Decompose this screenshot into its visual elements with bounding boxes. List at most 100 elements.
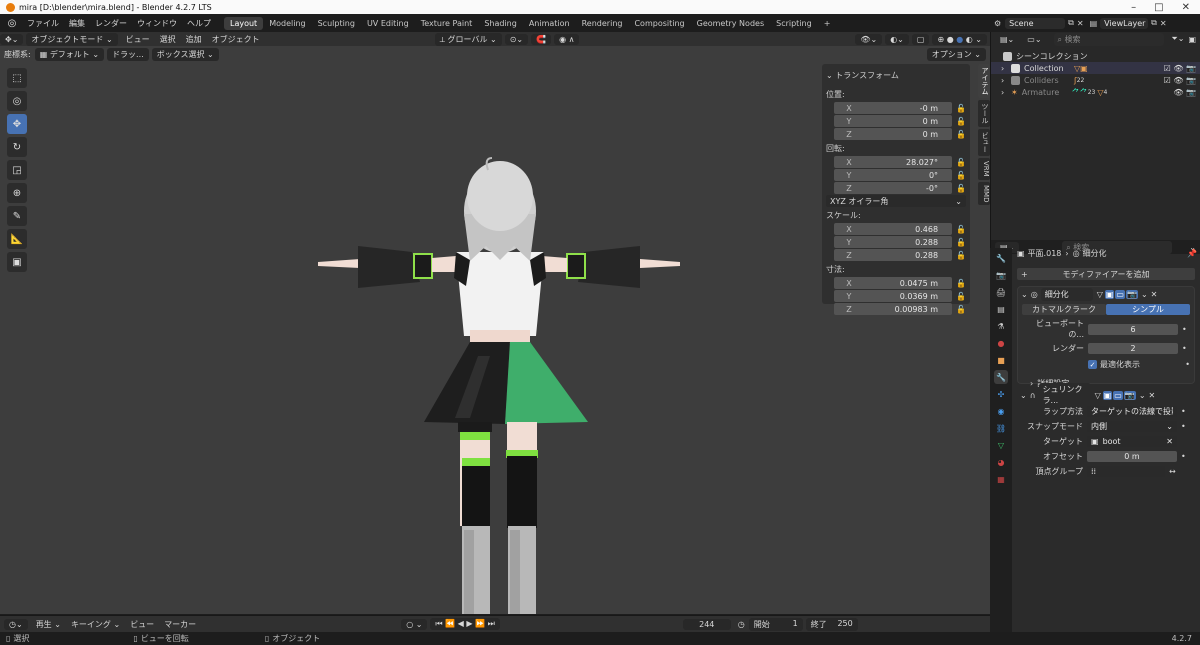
filter-icon[interactable]: ⏷⌄: [1171, 34, 1184, 44]
scale-tool-icon[interactable]: ◲: [7, 160, 27, 180]
scale-x-field[interactable]: X 0.468 🔓: [834, 223, 966, 235]
tab-layout[interactable]: Layout: [224, 16, 264, 30]
transform-section-header[interactable]: ⌄ トランスフォーム: [822, 68, 970, 83]
start-frame-field[interactable]: 開始 1: [748, 617, 803, 631]
timeline-view-menu[interactable]: ビュー: [125, 619, 159, 630]
target-field[interactable]: ▣ boot ✕: [1087, 436, 1177, 447]
visibility-icons[interactable]: ☑ 👁 📷: [1164, 64, 1196, 73]
render-levels-field[interactable]: 2: [1088, 343, 1178, 354]
output-tab-icon[interactable]: 🖨: [994, 285, 1008, 299]
keyframe-dot-icon[interactable]: •: [1182, 344, 1187, 353]
timeline-editor-type[interactable]: ◷⌄: [4, 618, 28, 630]
physics-tab-icon[interactable]: ◉: [994, 404, 1008, 418]
location-z-field[interactable]: Z 0 m 🔓: [834, 128, 966, 140]
playback-controls[interactable]: ⏮ ⏪ ◀ ▶ ⏩ ⏭: [430, 618, 500, 630]
marker-menu[interactable]: マーカー: [159, 619, 201, 630]
tab-scripting[interactable]: Scripting: [770, 17, 818, 30]
visibility-icons[interactable]: ☑ 👁 📷: [1164, 76, 1196, 85]
location-x-field[interactable]: X -0 m 🔓: [834, 102, 966, 114]
dimensions-z-field[interactable]: Z 0.00983 m 🔓: [834, 303, 966, 315]
scene-collection-row[interactable]: シーンコレクション: [991, 50, 1200, 62]
menu-window[interactable]: ウィンドウ: [132, 18, 182, 29]
lock-icon[interactable]: 🔓: [956, 251, 966, 260]
viewport-toggle-icon[interactable]: ▭: [1113, 390, 1123, 400]
render-tab-icon[interactable]: 📷: [994, 268, 1008, 282]
chevron-down-icon[interactable]: ⌄: [1141, 290, 1148, 299]
shrinkwrap-name-field[interactable]: シュリンクラ...: [1038, 383, 1091, 407]
keyframe-dot-icon[interactable]: •: [1181, 452, 1186, 461]
chevron-down-icon[interactable]: ⌄: [1139, 391, 1146, 400]
scene-tab-icon[interactable]: ⚗: [994, 319, 1008, 333]
add-cube-tool-icon[interactable]: ▣: [7, 252, 27, 272]
cage-toggle-icon[interactable]: ▣: [1104, 289, 1115, 299]
blender-menu-icon[interactable]: ◎: [4, 15, 20, 31]
tab-animation[interactable]: Animation: [523, 17, 576, 30]
keyframe-dot-icon[interactable]: •: [1181, 422, 1186, 431]
constraints-tab-icon[interactable]: ⛓: [994, 421, 1008, 435]
overlay-toggle[interactable]: ◐⌄: [885, 33, 909, 45]
lock-icon[interactable]: 🔓: [956, 171, 966, 180]
measure-tool-icon[interactable]: 📐: [7, 229, 27, 249]
lock-icon[interactable]: 🔓: [956, 117, 966, 126]
rotation-mode-dropdown[interactable]: XYZ オイラー角 ⌄: [826, 195, 966, 207]
view-layer-tab-icon[interactable]: ▤: [994, 302, 1008, 316]
chevron-down-icon[interactable]: ⌄: [1020, 391, 1027, 400]
new-collection-icon[interactable]: ▣: [1188, 35, 1196, 44]
menu-view[interactable]: ビュー: [121, 34, 155, 45]
menu-object[interactable]: オブジェクト: [207, 34, 265, 45]
lock-icon[interactable]: 🔓: [956, 184, 966, 193]
optimal-display-checkbox[interactable]: ✓ 最適化表示 •: [1088, 359, 1190, 370]
material-tab-icon[interactable]: ◕: [994, 455, 1008, 469]
menu-help[interactable]: ヘルプ: [182, 18, 216, 29]
transform-tool-icon[interactable]: ⊕: [7, 183, 27, 203]
editmode-toggle-icon[interactable]: ▽: [1095, 391, 1101, 400]
new-scene-icon[interactable]: ⧉: [1068, 18, 1074, 28]
location-y-field[interactable]: Y 0 m 🔓: [834, 115, 966, 127]
end-frame-field[interactable]: 終了 250: [805, 617, 858, 631]
lock-icon[interactable]: 🔓: [956, 279, 966, 288]
pivot-dropdown[interactable]: ⊙⌄: [504, 33, 529, 45]
new-viewlayer-icon[interactable]: ⧉: [1151, 18, 1157, 28]
subsurf-name-field[interactable]: 細分化: [1040, 287, 1093, 301]
simple-button[interactable]: シンプル: [1106, 304, 1190, 315]
tab-rendering[interactable]: Rendering: [576, 17, 629, 30]
tab-modeling[interactable]: Modeling: [263, 17, 311, 30]
menu-render[interactable]: レンダー: [90, 18, 132, 29]
chevron-down-icon[interactable]: ⌄: [1021, 290, 1028, 299]
outliner-item-collection[interactable]: › Collection ▽▣ ☑ 👁 📷: [991, 62, 1200, 74]
cursor-tool-icon[interactable]: ◎: [7, 91, 27, 111]
drag-dropdown[interactable]: ドラッ...: [107, 47, 149, 61]
lock-icon[interactable]: 🔓: [956, 158, 966, 167]
tab-sculpting[interactable]: Sculpting: [312, 17, 361, 30]
menu-select[interactable]: 選択: [155, 34, 181, 45]
gizmo-toggle[interactable]: 👁⌄: [855, 33, 883, 45]
tab-tool[interactable]: ツール: [978, 100, 990, 127]
particles-tab-icon[interactable]: ✣: [994, 387, 1008, 401]
editor-type-dropdown[interactable]: ✥⌄: [0, 33, 24, 45]
render-toggle-icon[interactable]: 📷: [1123, 390, 1136, 400]
wrap-method-dropdown[interactable]: ターゲットの法線で投影: [1087, 406, 1177, 417]
clear-icon[interactable]: ✕: [1166, 437, 1173, 446]
orientation-dropdown[interactable]: ⟂ グローバル ⌄: [434, 32, 502, 46]
invert-icon[interactable]: ↔: [1169, 467, 1176, 476]
close-icon[interactable]: ✕: [1182, 2, 1190, 13]
dimensions-y-field[interactable]: Y 0.0369 m 🔓: [834, 290, 966, 302]
offset-field[interactable]: 0 m: [1087, 451, 1177, 462]
current-frame-field[interactable]: 244: [682, 618, 731, 630]
lock-icon[interactable]: 🔓: [956, 130, 966, 139]
coord-dropdown[interactable]: ▦ デフォルト ⌄: [34, 47, 105, 61]
annotate-tool-icon[interactable]: ✎: [7, 206, 27, 226]
vertex-group-field[interactable]: ⁞⁞: [1087, 466, 1165, 477]
3d-viewport[interactable]: ⬚ ◎ ✥ ↻ ◲ ⊕ ✎ 📐 ▣ ⌄ トランスフォーム 位置: X -0 m 🔓 Y…: [0, 46, 990, 614]
snap-mode-dropdown[interactable]: 内側 ⌄: [1087, 421, 1177, 432]
scale-y-field[interactable]: Y 0.288 🔓: [834, 236, 966, 248]
tab-geometry-nodes[interactable]: Geometry Nodes: [691, 17, 770, 30]
maximize-icon[interactable]: □: [1154, 2, 1163, 13]
lock-icon[interactable]: 🔓: [956, 104, 966, 113]
delete-viewlayer-icon[interactable]: ✕: [1160, 19, 1167, 28]
outliner-item-armature[interactable]: › ✶ Armature ⺈⺈ 23 ▽ 4 👁 📷: [991, 86, 1200, 98]
texture-tab-icon[interactable]: ▦: [994, 472, 1008, 486]
lock-icon[interactable]: 🔓: [956, 238, 966, 247]
visibility-icons[interactable]: 👁 📷: [1173, 88, 1196, 97]
pin-icon[interactable]: 📌: [1187, 249, 1197, 258]
